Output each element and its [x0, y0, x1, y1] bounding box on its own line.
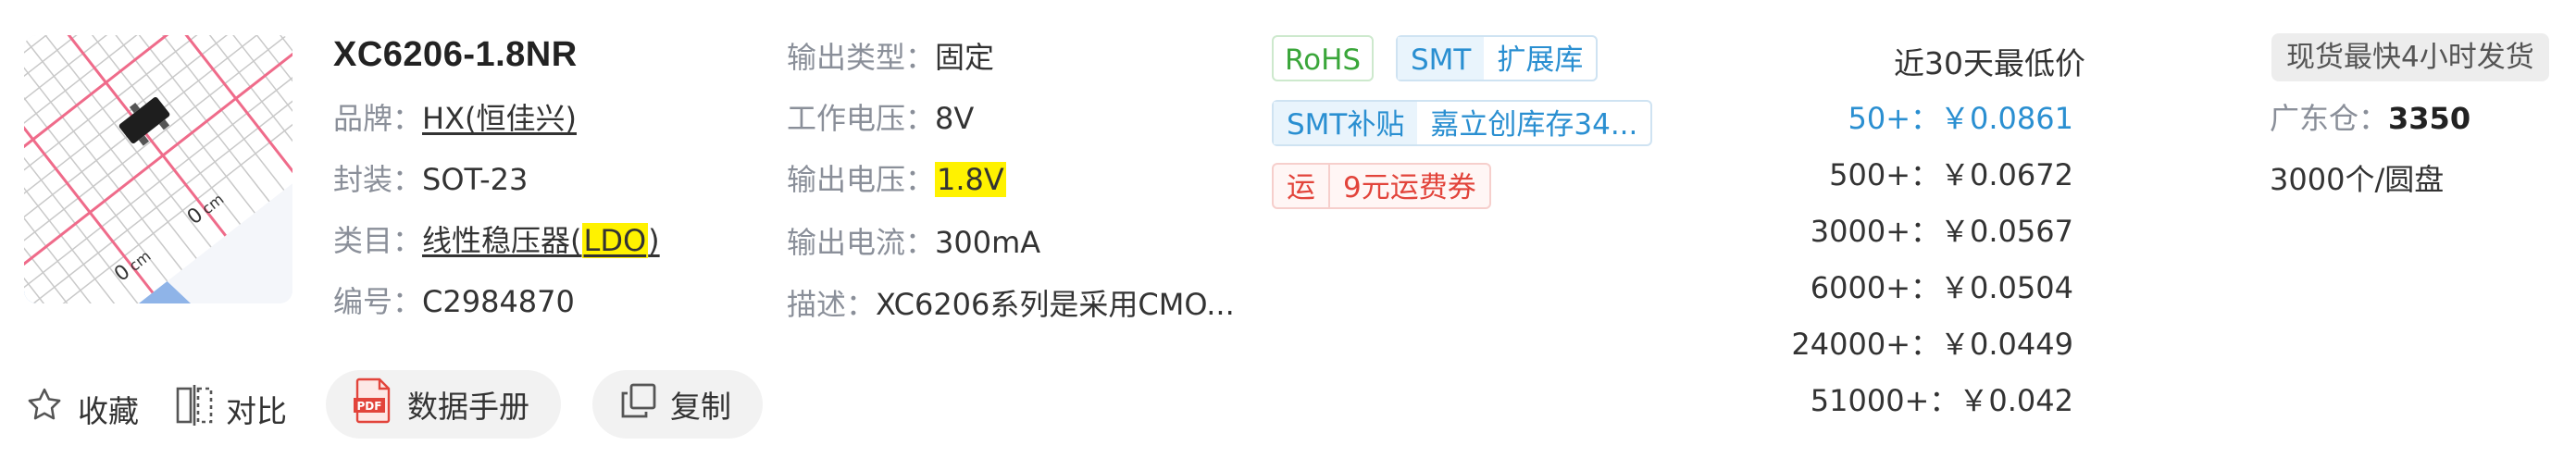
price-tier: 500+：￥0.0672 — [1703, 152, 2073, 194]
output-type-row: 输出类型：固定 — [787, 39, 994, 76]
price-tier-qty: 50+： — [1848, 101, 1941, 136]
shipping-coupon-tag[interactable]: 运 9元运费券 — [1272, 163, 1491, 209]
price-tier: 3000+：￥0.0567 — [1703, 208, 2073, 251]
smt-tag-label: SMT — [1398, 37, 1485, 80]
shipping-coupon-label: 9元运费券 — [1343, 171, 1476, 204]
description-row: 描述：XC6206系列是采用CMO... — [787, 286, 1235, 323]
price-heading: 近30天最低价 — [1894, 45, 2085, 81]
category-text: 线性稳压器( — [422, 223, 582, 258]
code-value: C2984870 — [422, 284, 575, 319]
output-voltage-row: 输出电压：1.8V — [787, 161, 1006, 198]
output-type-label: 输出类型： — [787, 40, 936, 75]
compare-button[interactable]: 对比 — [176, 381, 287, 437]
output-voltage-value: 1.8V — [935, 162, 1006, 197]
category-row: 类目：线性稳压器(LDO) — [333, 222, 660, 259]
output-voltage-label: 输出电压： — [787, 162, 936, 197]
output-current-label: 输出电流： — [787, 225, 936, 260]
price-tier-qty: 3000+： — [1810, 214, 1941, 249]
package-row: 封装：SOT-23 — [333, 161, 528, 198]
datasheet-button[interactable]: PDF 数据手册 — [326, 370, 561, 439]
price-tier-price: ￥0.0504 — [1940, 270, 2073, 305]
datasheet-label: 数据手册 — [407, 389, 529, 425]
description-label: 描述： — [787, 287, 877, 322]
price-tier: 24000+：￥0.0449 — [1703, 321, 2073, 364]
price-tier-price: ￥0.0449 — [1940, 327, 2073, 362]
warehouse-row: 广东仓：3350 — [2270, 100, 2470, 137]
smt-expand-tag[interactable]: SMT 扩展库 — [1396, 35, 1599, 81]
brand-link[interactable]: HX(恒佳兴) — [422, 101, 577, 136]
price-tier: 50+：￥0.0861 — [1703, 95, 2073, 138]
category-link[interactable]: 线性稳压器(LDO) — [422, 223, 660, 258]
price-tier-price: ￥0.0861 — [1940, 101, 2073, 136]
output-current-row: 输出电流：300mA — [787, 224, 1040, 261]
category-highlight: LDO — [581, 223, 649, 258]
price-tier-qty: 24000+： — [1791, 327, 1941, 362]
copy-button[interactable]: 复制 — [592, 370, 763, 439]
price-tier-qty: 6000+： — [1810, 270, 1941, 305]
category-label: 类目： — [333, 223, 423, 258]
packaging-info: 3000个/圆盘 — [2270, 162, 2445, 197]
package-label: 封装： — [333, 162, 423, 197]
price-tier-price: ￥0.0672 — [1940, 157, 2073, 192]
price-tier-price: ￥0.0567 — [1940, 214, 2073, 249]
code-row: 编号：C2984870 — [333, 283, 575, 320]
compare-icon — [176, 385, 213, 433]
favorite-label: 收藏 — [78, 393, 139, 429]
product-photo-graphic: 0cm 0cm — [24, 35, 292, 303]
brand-label: 品牌： — [333, 101, 423, 136]
smt-subsidy-label: SMT补贴 — [1274, 102, 1418, 144]
svg-text:PDF: PDF — [357, 400, 382, 413]
smt-subsidy-tag[interactable]: SMT补贴 嘉立创库存34... — [1272, 100, 1653, 146]
fast-ship-badge: 现货最快4小时发货 — [2271, 33, 2549, 81]
rohs-tag: RoHS — [1272, 35, 1375, 81]
price-tier-price: ￥0.042 — [1959, 383, 2073, 418]
price-tier-qty: 500+： — [1829, 157, 1941, 192]
warehouse-qty: 3350 — [2388, 101, 2471, 136]
favorite-button[interactable]: 收藏 — [24, 381, 139, 437]
price-tier: 6000+：￥0.0504 — [1703, 265, 2073, 307]
output-type-value: 固定 — [935, 40, 995, 75]
price-tier-qty: 51000+： — [1810, 383, 1960, 418]
code-label: 编号： — [333, 284, 423, 319]
product-title[interactable]: XC6206-1.8NR — [333, 35, 578, 75]
working-voltage-label: 工作电压： — [787, 101, 936, 136]
description-value[interactable]: XC6206系列是采用CMO... — [876, 287, 1235, 322]
working-voltage-value: 8V — [935, 101, 975, 136]
brand-row: 品牌：HX(恒佳兴) — [333, 100, 577, 137]
warehouse-label: 广东仓： — [2270, 101, 2389, 136]
shipping-prefix: 运 — [1274, 165, 1330, 207]
copy-label: 复制 — [670, 389, 731, 425]
product-image[interactable]: 0 cm 0 cm — [24, 35, 292, 303]
expand-lib-label: 扩展库 — [1497, 43, 1584, 77]
star-icon — [24, 385, 65, 433]
price-tier: 51000+：￥0.042 — [1703, 378, 2073, 420]
category-close: ) — [648, 223, 660, 258]
working-voltage-row: 工作电压：8V — [787, 100, 974, 137]
output-current-value: 300mA — [935, 225, 1041, 260]
copy-icon — [620, 382, 657, 427]
compare-label: 对比 — [226, 393, 287, 429]
pdf-icon: PDF — [354, 378, 394, 431]
package-value: SOT-23 — [422, 162, 529, 197]
jlc-stock-label: 嘉立创库存34... — [1430, 108, 1638, 142]
